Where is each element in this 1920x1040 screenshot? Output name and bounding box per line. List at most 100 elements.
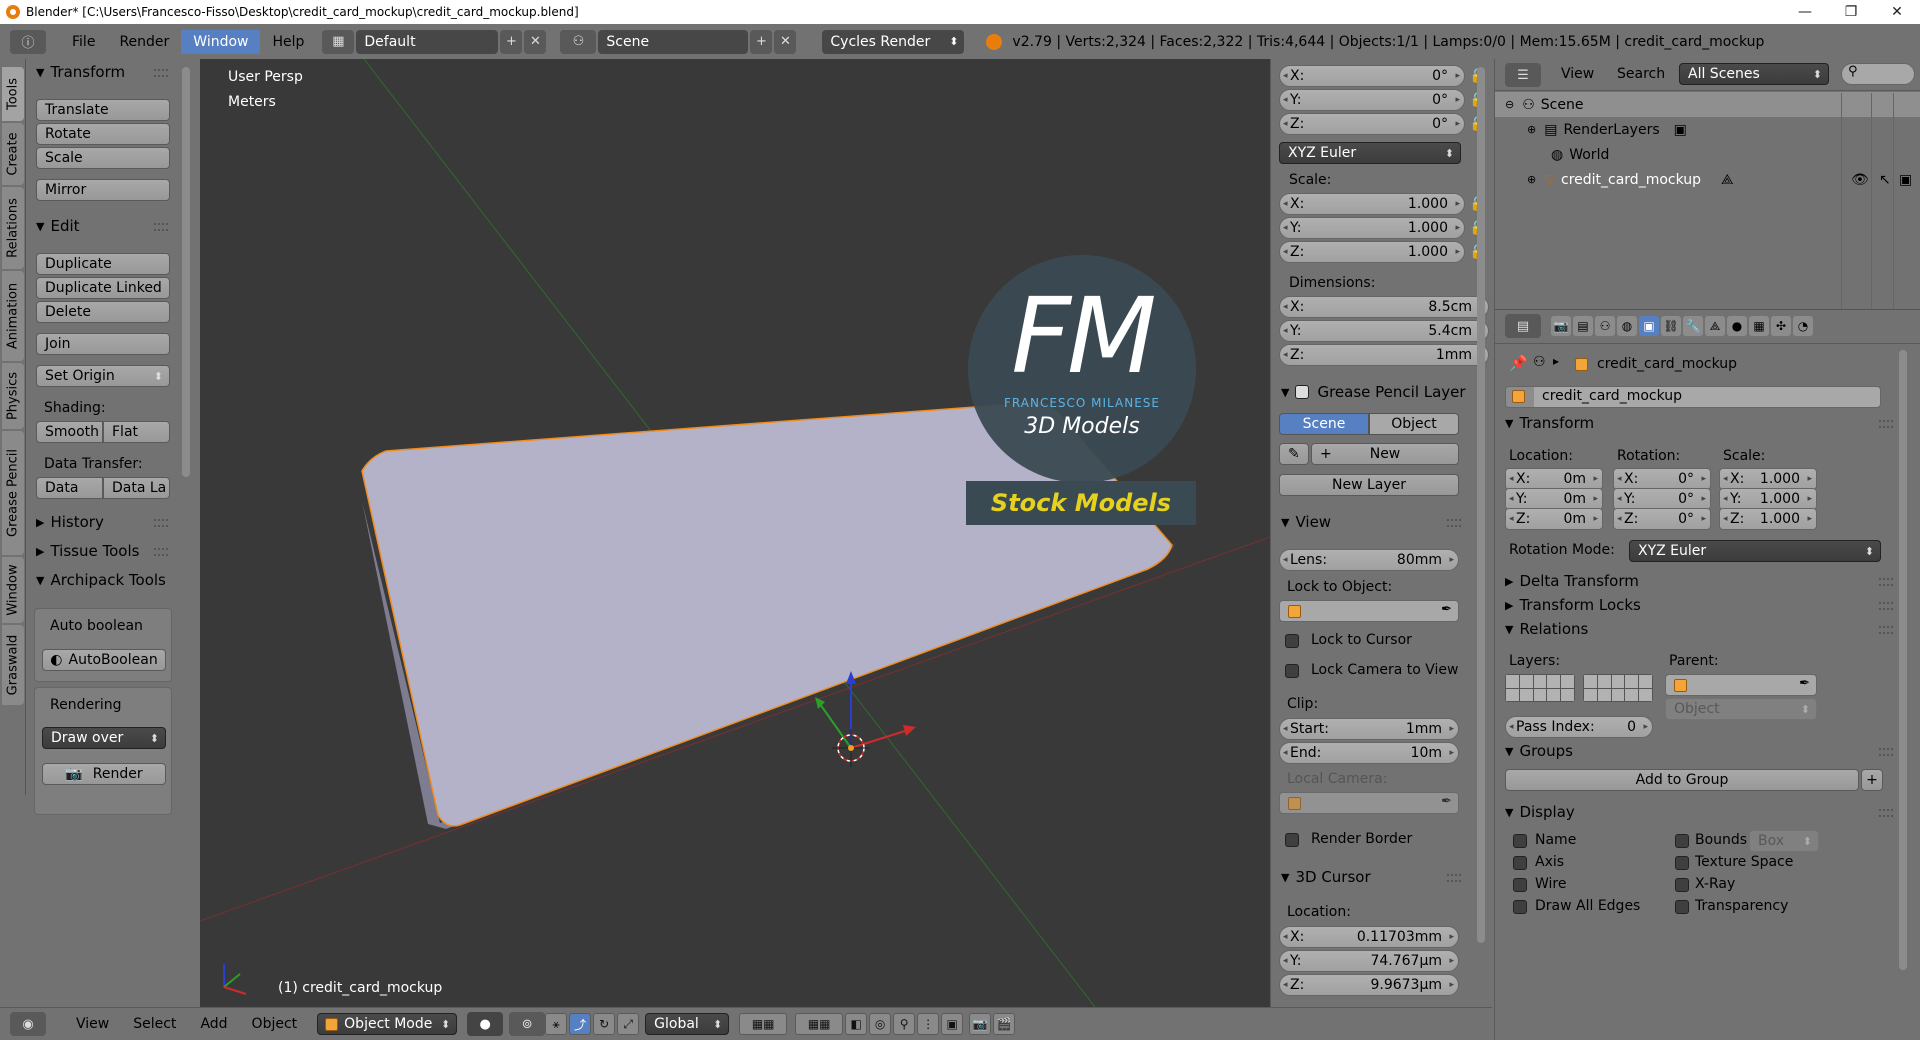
menu-add[interactable]: Add [188,1016,239,1032]
obj-rotation-y-field[interactable]: Y: 0° [1613,488,1711,510]
render-engine-select[interactable]: Cycles Render ⬍ [822,29,965,54]
clip-start-field[interactable]: Start: 1mm [1279,718,1459,740]
drag-grip-icon[interactable] [1447,874,1461,882]
layers-left-icon[interactable]: ▦▦ [739,1013,788,1035]
screen-layout-field[interactable]: Default [356,29,499,54]
add-to-group-button[interactable]: Add to Group [1505,769,1859,791]
obj-scale-x-field[interactable]: X: 1.000 [1719,468,1817,490]
shelf-scrollbar[interactable] [182,67,190,477]
data-tab-icon[interactable]: ⟁ [1705,316,1725,336]
drag-grip-icon[interactable] [1879,602,1893,610]
display-texture-space-checkbox[interactable] [1675,856,1689,870]
rotation-mode-select[interactable]: XYZ Euler [1279,142,1461,164]
location-x-field[interactable]: X: 0m [1505,468,1603,490]
layer-slot[interactable] [1547,688,1561,701]
add-group-icon[interactable]: + [1861,769,1883,791]
scale-button[interactable]: Scale [36,147,170,169]
layer-slot[interactable] [1597,688,1611,701]
outliner-row-object[interactable]: ⊕ ▽ credit_card_mockup ⟁ 👁 ↖ ▣ [1495,167,1920,192]
scale-z-field[interactable]: Z: 1.000 [1279,241,1465,263]
display-transparency-checkbox[interactable] [1675,900,1689,914]
history-panel-header[interactable]: ▶ History [36,511,104,533]
grease-pencil-new-button[interactable]: + New [1311,443,1459,465]
drag-grip-icon[interactable] [1879,420,1893,428]
mirror-button[interactable]: Mirror [36,179,170,201]
outliner-row-scene[interactable]: ⊖ ⚇ Scene [1495,92,1920,117]
tab-animation[interactable]: Animation [2,271,24,361]
tab-create[interactable]: Create [2,123,24,185]
cursor-z-field[interactable]: Z: 9.9673µm [1279,974,1459,996]
shade-smooth-button[interactable]: Smooth [36,421,103,443]
outliner-filter-select[interactable]: All Scenes [1679,63,1829,85]
pencil-icon[interactable]: ✎ [1279,443,1309,465]
layer-slot[interactable] [1561,688,1574,701]
selectable-cursor-icon[interactable]: ↖ [1879,172,1891,188]
tab-grease-pencil[interactable]: Grease Pencil [2,431,24,555]
3d-viewport[interactable]: User Persp Meters (1) credit_card_mockup… [200,59,1270,1007]
scale-manipulator-icon[interactable]: ⤢ [617,1013,640,1035]
tab-graswald[interactable]: Graswald [2,625,24,705]
snap-toggle-icon[interactable]: ⚲ [893,1013,916,1035]
screen-layout-icon[interactable]: ▦ [322,29,355,54]
menu-object[interactable]: Object [240,1016,310,1032]
orientation-select[interactable]: Global [645,1013,730,1035]
outliner-row-renderlayers[interactable]: ⊕ ▤ RenderLayers ▣ [1495,117,1920,142]
set-origin-select[interactable]: Set Origin [36,365,170,387]
object-transform-header[interactable]: ▼ Transform [1505,412,1594,434]
auto-boolean-button[interactable]: ◐ AutoBoolean [42,649,166,671]
layer-slot[interactable] [1506,675,1519,688]
scene-tab-icon[interactable]: ⚇ [1595,316,1615,336]
obj-rotation-x-field[interactable]: X: 0° [1613,468,1711,490]
drag-grip-icon[interactable] [154,223,168,231]
tissue-panel-header[interactable]: ▶ Tissue Tools [36,540,139,562]
dimension-x-field[interactable]: X: 8.5cm [1279,296,1489,318]
display-header[interactable]: ▼ Display [1505,801,1575,823]
tab-relations[interactable]: Relations [2,187,24,269]
scene-field[interactable]: Scene [598,29,749,54]
grease-pencil-checkbox[interactable] [1295,385,1310,399]
new-layer-button[interactable]: New Layer [1279,474,1459,496]
object-datablock-icon[interactable] [1506,387,1534,407]
3d-cursor-panel-header[interactable]: ▼ 3D Cursor [1281,866,1371,888]
layer-slot[interactable] [1611,675,1625,688]
npanel-scrollbar[interactable] [1477,67,1485,943]
delete-scene-icon[interactable]: ✕ [774,29,797,54]
delta-transform-header[interactable]: ▶ Delta Transform [1505,570,1639,592]
cursor-y-field[interactable]: Y: 74.767µm [1279,950,1459,972]
expand-icon[interactable]: ⊕ [1527,173,1536,186]
pivot-point-icon[interactable]: ⊚ [509,1012,546,1036]
menu-window[interactable]: Window [181,29,261,54]
lens-field[interactable]: Lens: 80mm [1279,549,1459,571]
display-wire-checkbox[interactable] [1513,878,1527,892]
view-panel-header[interactable]: ▼ View [1281,511,1331,533]
rotation-x-field[interactable]: X: 0° [1279,65,1465,87]
lock-camera-checkbox[interactable] [1285,664,1299,678]
x-manipulator[interactable] [850,730,906,749]
obj-scale-y-field[interactable]: Y: 1.000 [1719,488,1817,510]
particles-tab-icon[interactable]: ✣ [1771,316,1791,336]
scale-y-field[interactable]: Y: 1.000 [1279,217,1465,239]
texture-tab-icon[interactable]: ▦ [1749,316,1769,336]
scene-icon[interactable]: ⚇ [560,29,597,54]
layer-slot[interactable] [1519,675,1533,688]
data-layers-button[interactable]: Data La [103,477,170,499]
layer-slot[interactable] [1639,675,1652,688]
draw-over-select[interactable]: Draw over [42,727,166,749]
obj-scale-z-field[interactable]: Z: 1.000 [1719,508,1817,530]
opengl-animation-icon[interactable]: 🎬 [993,1013,1016,1035]
add-screen-icon[interactable]: + [500,29,523,54]
location-y-field[interactable]: Y: 0m [1505,488,1603,510]
minimize-button[interactable]: — [1782,0,1828,24]
info-editor-icon[interactable]: ⓘ [10,29,46,54]
translate-manipulator-icon[interactable]: ⤴ [569,1013,592,1035]
scale-x-field[interactable]: X: 1.000 [1279,193,1465,215]
duplicate-linked-button[interactable]: Duplicate Linked [36,277,170,299]
clip-end-field[interactable]: End: 10m [1279,742,1459,764]
render-border-checkbox[interactable] [1285,833,1299,847]
drag-grip-icon[interactable] [1447,519,1461,527]
outliner-menu-view[interactable]: View [1561,66,1594,82]
layer-slot[interactable] [1519,688,1533,701]
display-bounds-checkbox[interactable] [1675,834,1689,848]
proportional-edit-icon[interactable]: ◎ [869,1013,892,1035]
layer-slot[interactable] [1584,688,1597,701]
